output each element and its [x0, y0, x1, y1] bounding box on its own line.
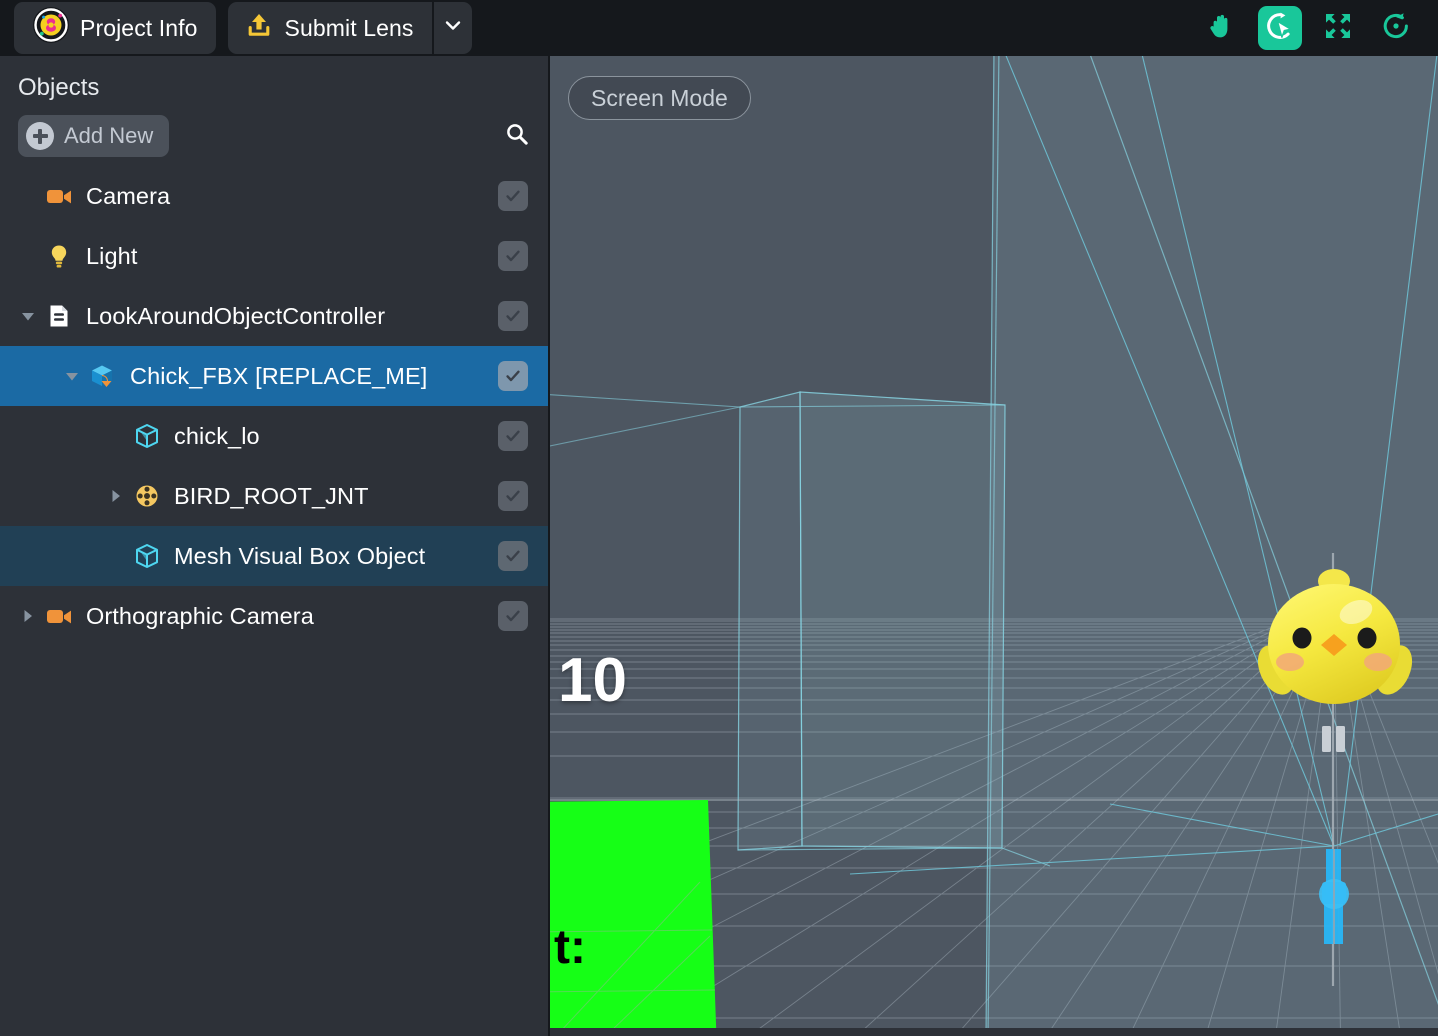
tree-row-label: BIRD_ROOT_JNT [174, 482, 369, 509]
enable-checkbox[interactable] [498, 421, 528, 451]
lens-studio-window: Project Info Submit Lens Objects Add New… [0, 0, 1438, 1036]
joint-icon [130, 479, 164, 513]
objects-panel-title: Objects [18, 74, 100, 101]
project-info-button[interactable]: Project Info [14, 2, 216, 54]
viewport-overlay-text-white: 10 [558, 646, 627, 715]
tree-row-lookaroundobjectcontroller[interactable]: LookAroundObjectController [0, 286, 548, 346]
tree-row-label: Chick_FBX [REPLACE_ME] [130, 362, 428, 389]
select-tool-button[interactable] [1258, 6, 1302, 50]
tree-twisty-expanded-icon[interactable] [58, 362, 86, 390]
enable-checkbox[interactable] [498, 541, 528, 571]
mesh-icon [130, 539, 164, 573]
tree-twisty-spacer [102, 422, 130, 450]
screen-mode-button[interactable]: Screen Mode [568, 76, 751, 120]
camera-frustum-large [985, 56, 1438, 1036]
tree-row-label: LookAroundObjectController [86, 302, 386, 329]
top-toolbar: Project Info Submit Lens [0, 0, 1438, 56]
mesh-icon [130, 419, 164, 453]
hand-icon [1206, 10, 1238, 47]
tree-row-light[interactable]: Light [0, 226, 548, 286]
enable-checkbox[interactable] [498, 241, 528, 271]
hand-tool-button[interactable] [1200, 6, 1244, 50]
viewport-bottom-strip [550, 1028, 1438, 1036]
fbx-icon [86, 359, 120, 393]
tree-row-orthographic-camera[interactable]: Orthographic Camera [0, 586, 548, 646]
add-new-button[interactable]: Add New [18, 115, 170, 157]
enable-checkbox[interactable] [498, 601, 528, 631]
reset-view-button[interactable] [1374, 6, 1418, 50]
enable-checkbox[interactable] [498, 301, 528, 331]
search-button[interactable] [500, 119, 534, 153]
upload-icon [244, 10, 274, 46]
plus-icon [26, 122, 54, 150]
tree-twisty-expanded-icon[interactable] [14, 302, 42, 330]
enable-checkbox[interactable] [498, 361, 528, 391]
viewport-overlay-text-black: t: [554, 921, 586, 974]
green-ui-panel [550, 800, 717, 1036]
lens-studio-logo-icon [32, 6, 70, 50]
tree-row-label: Mesh Visual Box Object [174, 542, 426, 569]
screen-mode-label: Screen Mode [591, 84, 728, 111]
objects-panel-toolbar: Add New [0, 108, 548, 164]
cursor-orbit-icon [1264, 10, 1296, 47]
light-icon [42, 239, 76, 273]
scene-viewport[interactable]: Screen Mode 10 t: [550, 56, 1438, 1036]
tree-row-bird-root-jnt[interactable]: BIRD_ROOT_JNT [0, 466, 548, 526]
tree-twisty-spacer [14, 182, 42, 210]
tree-row-label: chick_lo [174, 422, 260, 449]
tree-twisty-spacer [102, 542, 130, 570]
submit-lens-dropdown-button[interactable] [431, 2, 472, 54]
tree-row-camera[interactable]: Camera [0, 166, 548, 226]
tree-row-chick-lo[interactable]: chick_lo [0, 406, 548, 466]
search-icon [504, 121, 530, 152]
tree-row-chick-fbx-replace-me[interactable]: Chick_FBX [REPLACE_ME] [0, 346, 548, 406]
camera-icon [42, 179, 76, 213]
tree-row-label: Camera [86, 182, 171, 209]
enable-checkbox[interactable] [498, 181, 528, 211]
script-icon [42, 299, 76, 333]
toolbar-left-group: Project Info Submit Lens [0, 2, 472, 54]
project-info-label: Project Info [80, 14, 198, 41]
viewport-scene-content [550, 56, 1438, 1036]
expand-arrows-icon [1322, 10, 1354, 47]
tree-twisty-collapsed-icon[interactable] [14, 602, 42, 630]
viewport-3d-scene [550, 56, 1438, 1036]
submit-lens-button[interactable]: Submit Lens [227, 2, 432, 54]
submit-lens-label: Submit Lens [284, 14, 414, 41]
objects-panel: Objects Add New Camera Light LookAroundObj… [0, 56, 548, 1036]
camera-frustum-near [550, 391, 1051, 867]
resize-tool-button[interactable] [1316, 6, 1360, 50]
toolbar-right-group [1200, 6, 1438, 50]
enable-checkbox[interactable] [498, 481, 528, 511]
object-hierarchy-tree: Camera Light LookAroundObjectController Chi… [0, 166, 548, 646]
add-new-label: Add New [64, 123, 154, 148]
camera-icon [42, 599, 76, 633]
tree-twisty-collapsed-icon[interactable] [102, 482, 130, 510]
tree-row-label: Light [86, 242, 138, 269]
tree-twisty-spacer [14, 242, 42, 270]
tree-row-label: Orthographic Camera [86, 602, 314, 629]
chevron-down-icon [442, 14, 464, 42]
tree-row-mesh-visual-box-object[interactable]: Mesh Visual Box Object [0, 526, 548, 586]
reset-rotate-icon [1380, 10, 1412, 47]
submit-lens-group: Submit Lens [227, 2, 472, 54]
